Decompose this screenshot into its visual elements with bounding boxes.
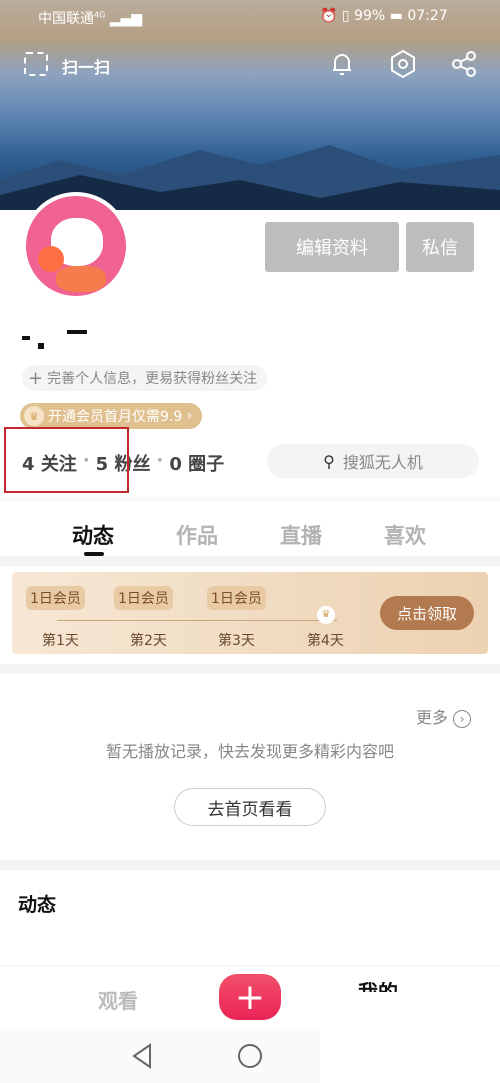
username-redacted	[22, 328, 102, 349]
divider	[0, 860, 500, 870]
bell-icon[interactable]	[328, 50, 356, 78]
settings-icon[interactable]	[388, 49, 418, 79]
highlight-box	[4, 427, 129, 493]
divider	[0, 556, 500, 566]
tab-likes[interactable]: 喜欢	[384, 520, 426, 550]
claim-button[interactable]: 点击领取	[380, 596, 474, 630]
complete-info-label: 完善个人信息，更易获得粉丝关注	[47, 371, 258, 387]
plus-icon: +	[28, 367, 44, 389]
tab-live[interactable]: 直播	[280, 520, 322, 550]
checkin-reward: 1日会员	[26, 586, 85, 610]
home-icon[interactable]	[237, 1043, 263, 1069]
create-plus-button[interactable]: +	[219, 974, 281, 1020]
checkin-reward: 1日会员	[114, 586, 173, 610]
feed-title: 动态	[18, 894, 57, 916]
checkin-card: 1日会员 1日会员 1日会员 ♛ 第1天 第2天 第3天 第4天 点击领取	[12, 572, 488, 654]
vip-promo-label: 开通会员首月仅需9.9	[48, 409, 183, 425]
profile-banner	[0, 0, 500, 210]
plus-icon: +	[234, 976, 266, 1018]
scan-label[interactable]: 扫一扫	[62, 54, 110, 78]
checkin-reward: 1日会员	[207, 586, 266, 610]
search-icon: ⚲	[323, 451, 335, 471]
checkin-day: 第1天	[42, 633, 79, 649]
avatar[interactable]	[22, 192, 130, 300]
search-input[interactable]: ⚲ 搜狐无人机	[267, 444, 479, 478]
vip-promo-button[interactable]: ♛ 开通会员首月仅需9.9 ›	[20, 403, 203, 429]
status-right: ⏰ ▯ 99% ▬ 07:27	[320, 8, 448, 24]
carrier: 中国联通4G ▂▄▆	[38, 10, 143, 27]
complete-info-button[interactable]: + 完善个人信息，更易获得粉丝关注	[22, 365, 268, 391]
share-icon[interactable]	[450, 50, 478, 78]
empty-history-text: 暂无播放记录，快去发现更多精彩内容吧	[105, 742, 394, 761]
message-button[interactable]: 私信	[406, 222, 474, 272]
chevron-right-icon: ›	[453, 710, 472, 728]
divider	[0, 965, 500, 966]
crown-icon: ♛	[317, 606, 335, 624]
nav-mine[interactable]: 我的	[358, 982, 398, 992]
scan-icon[interactable]	[24, 52, 48, 76]
tab-dynamic[interactable]: 动态	[72, 520, 114, 550]
divider	[0, 496, 500, 502]
checkin-day: 第2天	[130, 633, 167, 649]
more-link[interactable]: 更多 ›	[416, 704, 472, 728]
system-nav-bar	[0, 1028, 320, 1083]
nav-watch[interactable]: 观看	[98, 985, 138, 1014]
tab-works[interactable]: 作品	[176, 520, 218, 550]
go-home-button[interactable]: 去首页看看	[174, 788, 326, 826]
search-placeholder: 搜狐无人机	[342, 453, 423, 472]
checkin-day: 第4天	[307, 633, 344, 649]
divider	[0, 664, 500, 674]
stat-circles[interactable]: 0 圈子	[169, 450, 224, 476]
back-icon[interactable]	[130, 1042, 154, 1070]
crown-icon: ♛	[24, 406, 44, 426]
checkin-day: 第3天	[218, 633, 255, 649]
edit-profile-button[interactable]: 编辑资料	[265, 222, 399, 272]
